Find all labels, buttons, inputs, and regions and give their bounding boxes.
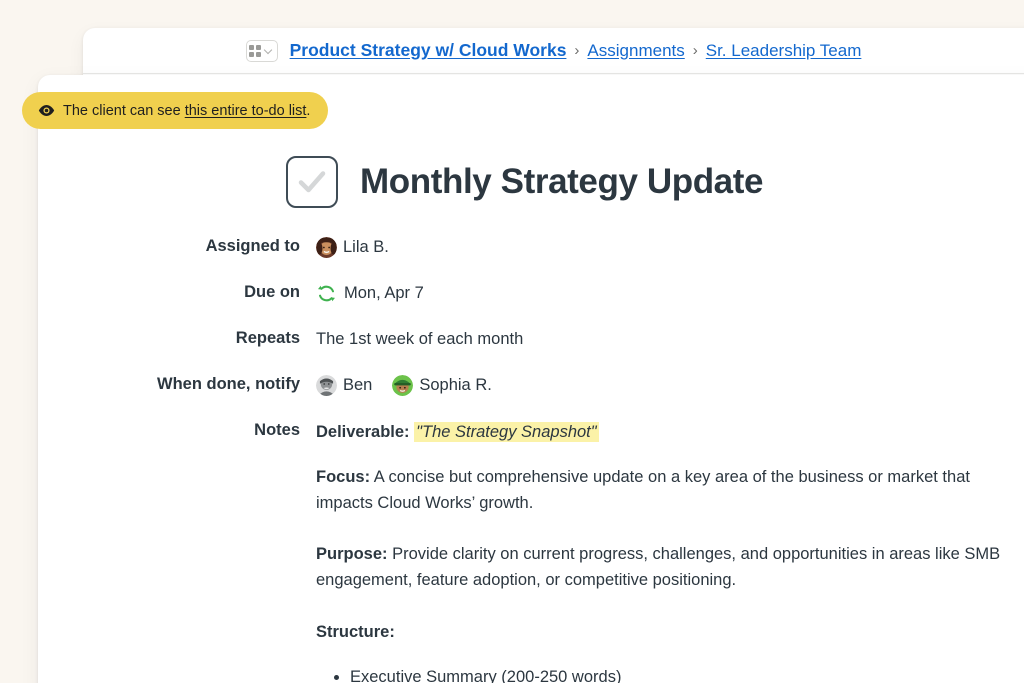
meta-value-repeats: The 1st week of each month xyxy=(316,329,524,348)
avatar xyxy=(316,237,337,259)
avatar xyxy=(316,375,337,397)
breadcrumb-bar: Product Strategy w/ Cloud Works › Assign… xyxy=(83,28,1024,74)
meta-label-notes: Notes xyxy=(254,420,300,439)
notes-focus-paragraph: Focus: A concise but comprehensive updat… xyxy=(316,465,1016,516)
notes-deliverable-line: Deliverable: "The Strategy Snapshot" xyxy=(316,420,1016,446)
notify-person-name: Sophia R. xyxy=(419,375,492,394)
visibility-text-before: The client can see xyxy=(63,102,185,119)
notes-body[interactable]: Deliverable: "The Strategy Snapshot" Foc… xyxy=(316,420,1016,683)
meta-row-notify: When done, notify Ben Sophia R. xyxy=(38,374,1024,398)
meta-value-notes: Deliverable: "The Strategy Snapshot" Foc… xyxy=(316,420,1016,683)
task-metadata: Assigned to Lila B. Due on Mon, Apr 7 Re… xyxy=(38,236,1024,683)
chevron-down-icon xyxy=(265,46,274,55)
notes-focus-label: Focus: xyxy=(316,468,371,487)
meta-value-notify: Ben Sophia R. xyxy=(316,374,505,398)
notes-deliverable-label: Deliverable: xyxy=(316,422,410,441)
checkmark-icon xyxy=(298,171,326,193)
app-screen: Product Strategy w/ Cloud Works › Assign… xyxy=(0,0,1024,683)
breadcrumb-assignments-link[interactable]: Assignments xyxy=(587,41,684,61)
todo-content: Monthly Strategy Update Assigned to Lila… xyxy=(38,75,1024,683)
notes-purpose-text: Provide clarity on current progress, cha… xyxy=(316,545,1001,589)
meta-row-due-on: Due on Mon, Apr 7 xyxy=(38,282,1024,306)
notes-structure-heading: Structure: xyxy=(316,620,1016,646)
client-visibility-text: The client can see this entire to-do lis… xyxy=(63,103,310,119)
notify-person-chip[interactable]: Sophia R. xyxy=(392,374,492,398)
breadcrumb-separator: › xyxy=(692,42,698,59)
notes-deliverable-value: "The Strategy Snapshot" xyxy=(414,421,599,442)
visibility-list-link[interactable]: this entire to-do list xyxy=(185,103,307,119)
meta-label-assigned-to: Assigned to xyxy=(205,237,300,255)
notes-purpose-paragraph: Purpose: Provide clarity on current prog… xyxy=(316,542,1016,593)
meta-label-repeats: Repeats xyxy=(235,328,300,347)
client-visibility-pill[interactable]: The client can see this entire to-do lis… xyxy=(22,92,329,129)
meta-row-repeats: Repeats The 1st week of each month xyxy=(38,328,1024,352)
grid-apps-button[interactable] xyxy=(245,39,278,62)
meta-label-due-on: Due on xyxy=(244,282,300,301)
notes-purpose-label: Purpose: xyxy=(316,545,388,564)
notify-person-chip[interactable]: Ben xyxy=(316,374,372,398)
meta-row-assigned-to: Assigned to Lila B. xyxy=(38,236,1024,260)
breadcrumb-project-link[interactable]: Product Strategy w/ Cloud Works xyxy=(290,40,567,61)
task-header: Monthly Strategy Update xyxy=(286,156,1024,208)
eye-icon xyxy=(38,105,55,116)
meta-row-notes: Notes Deliverable: "The Strategy Snapsho… xyxy=(38,420,1024,683)
recurring-arrows-icon xyxy=(318,286,335,302)
breadcrumb: Product Strategy w/ Cloud Works › Assign… xyxy=(245,39,862,62)
meta-label-notify: When done, notify xyxy=(157,374,300,393)
avatar xyxy=(392,375,414,397)
task-complete-checkbox[interactable] xyxy=(286,156,338,208)
due-date-value: Mon, Apr 7 xyxy=(344,283,424,302)
notify-person-name: Ben xyxy=(343,375,373,394)
assignee-chip[interactable]: Lila B. xyxy=(316,236,389,260)
notes-structure-label: Structure: xyxy=(316,622,395,641)
notes-structure-list: Executive Summary (200-250 words) xyxy=(316,665,1016,683)
meta-value-due-on: Mon, Apr 7 xyxy=(316,282,424,306)
assignee-name: Lila B. xyxy=(343,238,389,256)
meta-value-assigned-to: Lila B. xyxy=(316,236,402,260)
grid-apps-icon xyxy=(249,44,262,57)
breadcrumb-list-link[interactable]: Sr. Leadership Team xyxy=(706,41,862,61)
notes-focus-text: A concise but comprehensive update on a … xyxy=(316,468,970,512)
page-title: Monthly Strategy Update xyxy=(360,161,764,201)
breadcrumb-separator: › xyxy=(574,42,580,59)
visibility-text-after: . xyxy=(306,102,311,119)
list-item: Executive Summary (200-250 words) xyxy=(350,665,1016,683)
